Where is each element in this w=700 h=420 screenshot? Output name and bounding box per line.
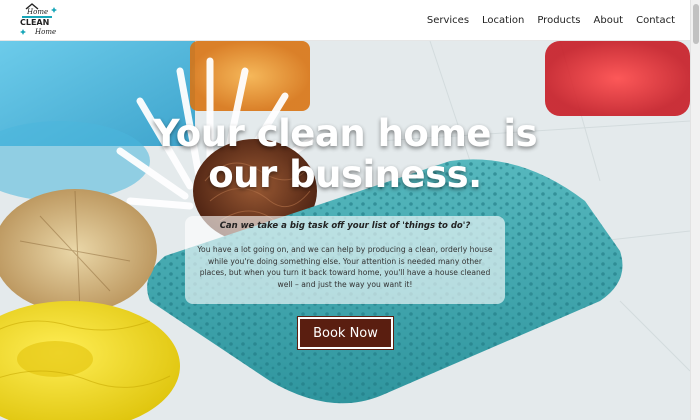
scrollbar-thumb[interactable] [693,4,699,44]
logo-text-mid: CLEAN [20,18,49,27]
book-now-button[interactable]: Book Now [297,316,394,350]
logo-icon: Home CLEAN Home [20,3,57,36]
page-scrollbar[interactable] [690,0,700,420]
nav-link-location[interactable]: Location [482,15,524,26]
intro-box: Can we take a big task off your list of … [185,216,505,304]
intro-paragraph: You have a lot going on, and we can help… [197,245,493,289]
main-nav: Services Location Products About Contact [414,15,675,26]
nav-link-contact[interactable]: Contact [636,15,675,26]
logo-text-bottom: Home [34,28,56,36]
hero-headline: Your clean home is our business. [152,112,538,196]
nav-link-services[interactable]: Services [427,15,469,26]
site-header: Home CLEAN Home Services Location Produc… [0,0,690,41]
hero-section: Your clean home is our business. Can we … [0,41,690,420]
logo-text-top: Home [26,8,48,16]
nav-link-about[interactable]: About [594,15,624,26]
intro-question: Can we take a big task off your list of … [219,221,471,231]
nav-link-products[interactable]: Products [537,15,580,26]
logo[interactable]: Home CLEAN Home [18,3,60,37]
